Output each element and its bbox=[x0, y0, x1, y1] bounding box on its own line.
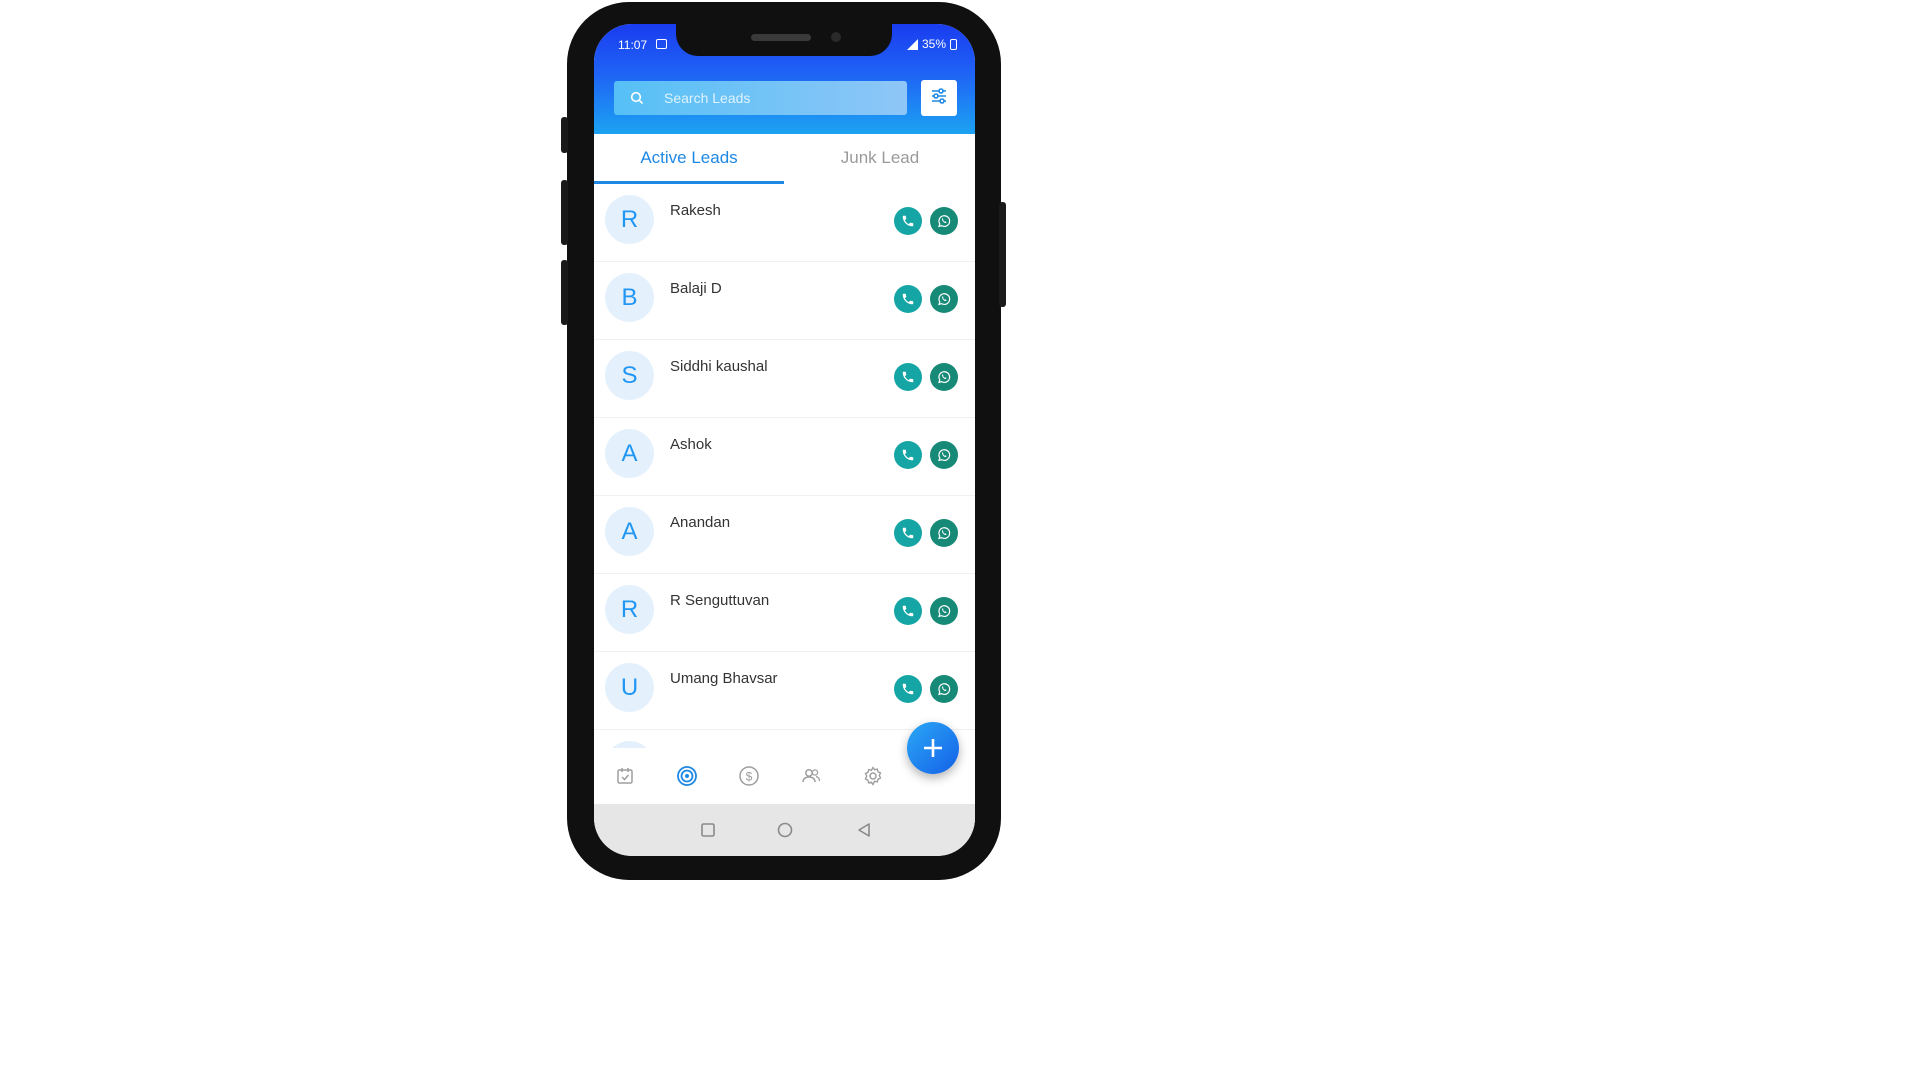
avatar: R bbox=[605, 585, 654, 634]
avatar: R bbox=[605, 195, 654, 244]
filter-sliders-icon bbox=[930, 87, 948, 110]
phone-icon bbox=[902, 293, 914, 305]
lead-row[interactable]: U Umang Bhavsar bbox=[594, 652, 975, 730]
system-navigation-bar bbox=[594, 804, 975, 856]
status-time: 11:07 bbox=[618, 38, 648, 52]
image-notification-icon bbox=[656, 39, 667, 49]
add-lead-button[interactable] bbox=[907, 722, 959, 774]
lead-name: Anandan bbox=[670, 514, 731, 531]
avatar: A bbox=[605, 429, 654, 478]
triangle-back-icon bbox=[858, 823, 870, 837]
lead-name: Rakesh bbox=[670, 202, 721, 219]
avatar: S bbox=[605, 351, 654, 400]
whatsapp-button[interactable] bbox=[930, 363, 958, 391]
speaker bbox=[751, 34, 811, 41]
phone-icon bbox=[902, 527, 914, 539]
back-button[interactable] bbox=[856, 822, 872, 838]
users-icon bbox=[802, 769, 821, 783]
calendar-icon bbox=[617, 768, 633, 784]
call-button[interactable] bbox=[894, 675, 922, 703]
status-indicators: 35% bbox=[906, 37, 957, 51]
plus-icon bbox=[924, 739, 942, 757]
whatsapp-button[interactable] bbox=[930, 207, 958, 235]
whatsapp-button[interactable] bbox=[930, 519, 958, 547]
volume-down-button bbox=[561, 260, 568, 325]
dollar-icon: $ bbox=[739, 766, 759, 786]
battery-level: 35% bbox=[921, 37, 946, 51]
lead-row[interactable]: A Ashok bbox=[594, 418, 975, 496]
battery-icon bbox=[950, 38, 957, 50]
search-bar[interactable] bbox=[614, 81, 907, 115]
avatar: A bbox=[605, 507, 654, 556]
whatsapp-icon bbox=[938, 371, 951, 384]
phone-icon bbox=[902, 683, 914, 695]
lead-name: Ashok bbox=[670, 436, 712, 453]
lead-name: Umang Bhavsar bbox=[670, 670, 778, 687]
mute-switch bbox=[561, 117, 568, 153]
lead-row[interactable]: A Anandan bbox=[594, 496, 975, 574]
notch bbox=[676, 24, 892, 56]
circle-icon bbox=[777, 822, 793, 838]
lead-name: Siddhi kaushal bbox=[670, 358, 768, 375]
whatsapp-icon bbox=[938, 527, 951, 540]
phone-icon bbox=[902, 371, 914, 383]
lead-name: R Senguttuvan bbox=[670, 592, 770, 609]
whatsapp-icon bbox=[938, 215, 951, 228]
svg-text:$: $ bbox=[746, 770, 753, 784]
front-camera bbox=[831, 32, 841, 42]
app-screen: 11:07 35% Search Leads Active Leads Junk… bbox=[594, 24, 975, 856]
call-button[interactable] bbox=[894, 597, 922, 625]
phone-icon bbox=[902, 605, 914, 617]
target-icon bbox=[677, 766, 697, 786]
lead-row[interactable]: S Siddhi kaushal bbox=[594, 340, 975, 418]
whatsapp-icon bbox=[938, 683, 951, 696]
nav-calendar[interactable] bbox=[614, 765, 636, 787]
tab-junk-lead[interactable]: Junk Lead bbox=[785, 134, 975, 184]
nav-leads[interactable] bbox=[676, 765, 698, 787]
whatsapp-button[interactable] bbox=[930, 285, 958, 313]
avatar bbox=[605, 741, 654, 748]
search-input[interactable] bbox=[662, 89, 886, 107]
lead-row[interactable]: B Balaji D bbox=[594, 262, 975, 340]
call-button[interactable] bbox=[894, 519, 922, 547]
search-icon bbox=[630, 91, 644, 105]
call-button[interactable] bbox=[894, 207, 922, 235]
phone-icon bbox=[902, 449, 914, 461]
lead-tabs: Active Leads Junk Lead bbox=[594, 134, 975, 184]
settings-icon bbox=[864, 766, 882, 786]
power-button bbox=[999, 202, 1006, 307]
recents-button[interactable] bbox=[700, 822, 716, 838]
filter-button[interactable] bbox=[921, 80, 957, 116]
signal-icon bbox=[906, 38, 918, 50]
whatsapp-button[interactable] bbox=[930, 441, 958, 469]
whatsapp-icon bbox=[938, 605, 951, 618]
whatsapp-icon bbox=[938, 449, 951, 462]
tab-active-leads[interactable]: Active Leads bbox=[594, 134, 784, 184]
leads-list: R Rakesh B Balaji D S Siddhi kaushal A A… bbox=[594, 184, 975, 748]
whatsapp-button[interactable] bbox=[930, 675, 958, 703]
call-button[interactable] bbox=[894, 441, 922, 469]
lead-name: Balaji D bbox=[670, 280, 722, 297]
call-button[interactable] bbox=[894, 363, 922, 391]
volume-up-button bbox=[561, 180, 568, 245]
avatar: B bbox=[605, 273, 654, 322]
whatsapp-button[interactable] bbox=[930, 597, 958, 625]
whatsapp-icon bbox=[938, 293, 951, 306]
avatar: U bbox=[605, 663, 654, 712]
home-button[interactable] bbox=[777, 822, 793, 838]
nav-settings[interactable] bbox=[862, 765, 884, 787]
call-button[interactable] bbox=[894, 285, 922, 313]
nav-customers[interactable] bbox=[800, 765, 822, 787]
square-icon bbox=[701, 823, 715, 837]
nav-payments[interactable]: $ bbox=[738, 765, 760, 787]
lead-row[interactable]: R R Senguttuvan bbox=[594, 574, 975, 652]
header: 11:07 35% bbox=[594, 24, 975, 134]
lead-row[interactable]: R Rakesh bbox=[594, 184, 975, 262]
phone-icon bbox=[902, 215, 914, 227]
